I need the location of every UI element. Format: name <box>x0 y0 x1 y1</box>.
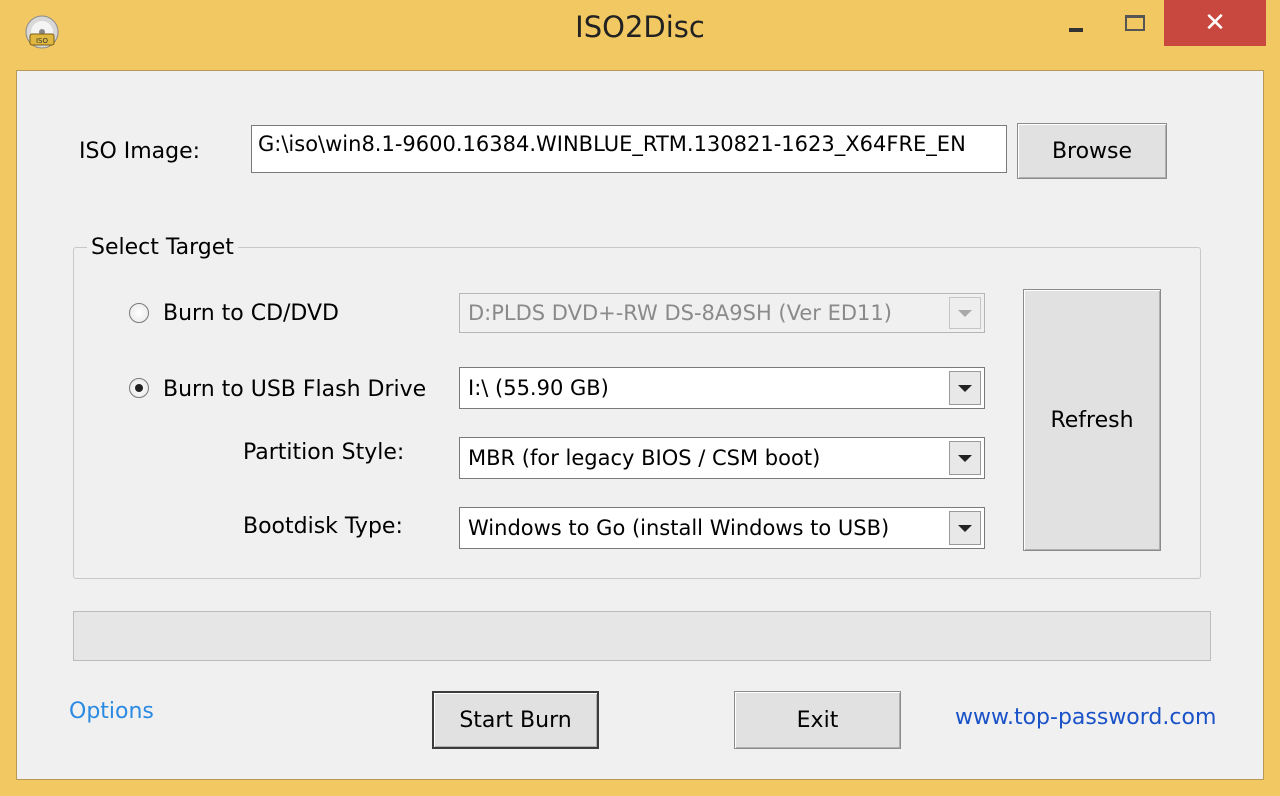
usb-drive-value: I:\ (55.90 GB) <box>468 376 609 400</box>
dialog-client-area: ISO Image: G:\iso\win8.1-9600.16384.WINB… <box>16 70 1264 780</box>
partition-style-select[interactable]: MBR (for legacy BIOS / CSM boot) <box>459 437 985 479</box>
maximize-icon <box>1125 15 1145 31</box>
iso-image-label: ISO Image: <box>79 139 201 164</box>
cd-drive-value: D:PLDS DVD+-RW DS-8A9SH (Ver ED11) <box>468 301 892 325</box>
refresh-button-label: Refresh <box>1050 407 1134 433</box>
start-burn-button[interactable]: Start Burn <box>432 691 599 749</box>
exit-button-label: Exit <box>796 707 839 733</box>
burn-cd-label[interactable]: Burn to CD/DVD <box>163 301 339 326</box>
options-link[interactable]: Options <box>69 699 154 724</box>
radio-selected-dot <box>135 384 143 392</box>
exit-button[interactable]: Exit <box>734 691 901 749</box>
iso-image-path-field[interactable]: G:\iso\win8.1-9600.16384.WINBLUE_RTM.130… <box>251 125 1007 173</box>
burn-usb-radio[interactable] <box>129 378 149 398</box>
bootdisk-type-select[interactable]: Windows to Go (install Windows to USB) <box>459 507 985 549</box>
partition-style-label: Partition Style: <box>243 440 405 465</box>
chevron-down-icon <box>949 297 981 329</box>
browse-button-label: Browse <box>1051 138 1133 164</box>
burn-cd-radio[interactable] <box>129 303 149 323</box>
burn-progress-bar <box>73 611 1211 661</box>
select-target-title: Select Target <box>87 235 238 260</box>
maximize-button[interactable] <box>1112 0 1158 46</box>
chevron-down-icon[interactable] <box>949 371 981 405</box>
minimize-button[interactable] <box>1052 0 1100 46</box>
start-burn-button-label: Start Burn <box>459 707 572 733</box>
cd-drive-select: D:PLDS DVD+-RW DS-8A9SH (Ver ED11) <box>459 293 985 333</box>
refresh-button[interactable]: Refresh <box>1023 289 1161 551</box>
chevron-down-icon[interactable] <box>949 441 981 475</box>
iso2disc-window: ISO ISO2Disc ✕ ISO Image: G:\iso\win8.1-… <box>0 0 1280 796</box>
bootdisk-type-value: Windows to Go (install Windows to USB) <box>468 516 890 540</box>
close-icon: ✕ <box>1204 8 1226 38</box>
partition-style-value: MBR (for legacy BIOS / CSM boot) <box>468 446 821 470</box>
title-bar[interactable]: ISO ISO2Disc ✕ <box>0 0 1280 70</box>
close-button[interactable]: ✕ <box>1164 0 1266 46</box>
website-link[interactable]: www.top-password.com <box>955 705 1216 730</box>
chevron-down-icon[interactable] <box>949 511 981 545</box>
burn-usb-label[interactable]: Burn to USB Flash Drive <box>163 377 426 402</box>
minimize-icon <box>1069 28 1083 32</box>
browse-button[interactable]: Browse <box>1017 123 1167 179</box>
bootdisk-type-label: Bootdisk Type: <box>243 514 403 539</box>
usb-drive-select[interactable]: I:\ (55.90 GB) <box>459 367 985 409</box>
